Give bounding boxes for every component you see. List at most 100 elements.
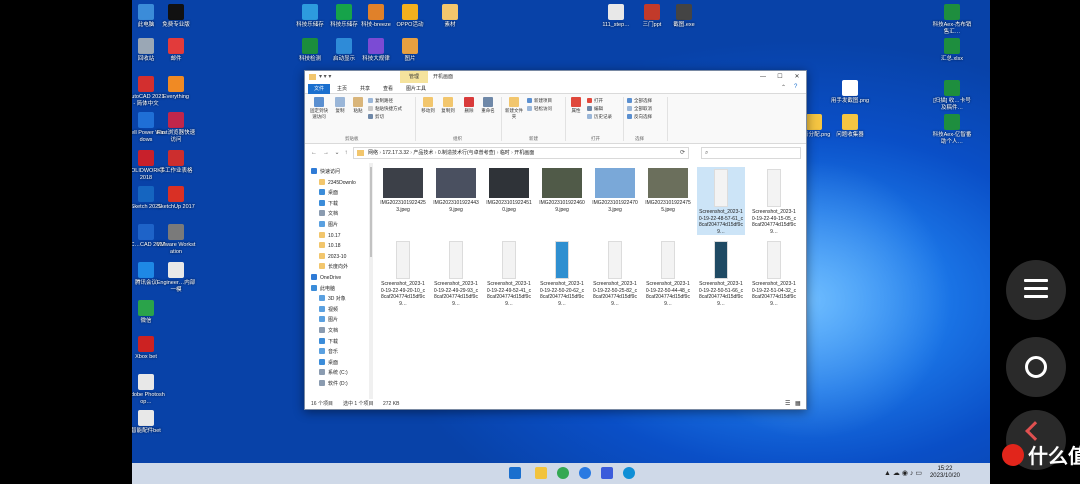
desktop-icon[interactable]: VMware Workstation bbox=[156, 224, 196, 255]
nav-item[interactable]: 文档 bbox=[319, 209, 338, 219]
tab-home[interactable]: 主页 bbox=[332, 84, 352, 94]
desktop-icon[interactable]: Xbox bet bbox=[132, 336, 166, 361]
nav-item[interactable]: 图片 bbox=[319, 315, 338, 325]
copy-path-button[interactable]: 复制路径 bbox=[368, 98, 393, 104]
nav-item[interactable]: 快速访问 bbox=[311, 167, 340, 177]
nav-item[interactable]: 下载 bbox=[319, 199, 338, 209]
paste-shortcut-button[interactable]: 粘贴快捷方式 bbox=[368, 106, 402, 112]
invert-selection-button[interactable]: 反向选择 bbox=[627, 114, 652, 120]
nav-item[interactable]: 下载 bbox=[319, 337, 338, 347]
easy-access-button[interactable]: 轻松访问 bbox=[527, 106, 552, 112]
desktop-icon[interactable]: 智能配件bet bbox=[132, 410, 166, 435]
phone-menu-button[interactable] bbox=[1006, 260, 1066, 320]
file-item[interactable]: Screenshot_2023-10-19-22-50-20-62_c8caf2… bbox=[538, 239, 586, 307]
nav-item[interactable]: 长度向外 bbox=[319, 262, 348, 272]
manage-tab[interactable]: 管理 bbox=[400, 71, 428, 83]
desktop-icon[interactable]: Fast浏览器快速访问 bbox=[156, 112, 196, 143]
refresh-icon[interactable]: ⟳ bbox=[680, 148, 685, 158]
breadcrumb-item[interactable]: 172.17.3.32 bbox=[382, 150, 408, 156]
nav-item[interactable]: 2023-10 bbox=[319, 252, 346, 262]
rename-button[interactable]: 重命名 bbox=[479, 97, 497, 114]
tab-share[interactable]: 共享 bbox=[355, 84, 375, 94]
back-arrow-icon[interactable]: ← bbox=[309, 148, 319, 158]
ribbon-collapse-icon[interactable]: ⌃ bbox=[781, 84, 786, 91]
file-item[interactable]: Screenshot_2023-10-19-22-49-15-05_c8caf2… bbox=[750, 167, 798, 235]
tab-picture-tools[interactable]: 图片工具 bbox=[402, 84, 430, 94]
nav-item[interactable]: 桌面 bbox=[319, 188, 338, 198]
desktop-icon[interactable]: Everything bbox=[156, 76, 196, 101]
file-item[interactable]: Screenshot_2023-10-19-22-49-52-41_c8caf2… bbox=[485, 239, 533, 307]
breadcrumb-item[interactable]: 0.制造技术行(与卓普考查) bbox=[438, 150, 496, 156]
nav-item[interactable]: 软件 (D:) bbox=[319, 379, 348, 389]
breadcrumb-item[interactable]: 产品技术 bbox=[413, 150, 433, 156]
copy-button[interactable]: 复制 bbox=[332, 97, 348, 114]
move-to-button[interactable]: 移动到 bbox=[419, 97, 437, 114]
edit-button[interactable]: 编辑 bbox=[587, 106, 603, 112]
file-item[interactable]: Screenshot_2023-10-19-22-48-57-61_c8caf2… bbox=[697, 167, 745, 235]
select-none-button[interactable]: 全部取消 bbox=[627, 106, 652, 112]
desktop-icon[interactable]: 素材 bbox=[430, 4, 470, 29]
nav-item[interactable]: 系统 (C:) bbox=[319, 368, 348, 378]
nav-scroll-thumb[interactable] bbox=[370, 167, 372, 257]
desktop-icon[interactable]: 微信 bbox=[132, 300, 166, 325]
paste-button[interactable]: 粘贴 bbox=[350, 97, 366, 114]
desktop-icon[interactable]: 用手发截图.png bbox=[830, 80, 870, 105]
details-view-icon[interactable]: ☰ bbox=[785, 399, 790, 409]
help-icon[interactable]: ? bbox=[794, 84, 797, 90]
nav-item[interactable]: OneDrive bbox=[311, 273, 341, 283]
desktop-icon[interactable]: [扫描] 收…卡号及稿件… bbox=[932, 80, 972, 111]
file-item[interactable]: IMG20231019224253.jpeg bbox=[379, 167, 427, 213]
nav-item[interactable]: 3D 对象 bbox=[319, 294, 346, 304]
nav-item[interactable]: 文档 bbox=[319, 326, 338, 336]
desktop-icon[interactable]: 图片 bbox=[390, 38, 430, 63]
taskbar-chat-icon[interactable] bbox=[601, 467, 613, 479]
open-button[interactable]: 打开 bbox=[587, 98, 603, 104]
maximize-icon[interactable]: ☐ bbox=[773, 71, 787, 83]
desktop-icon[interactable]: 科技Aex-杰布销售汇… bbox=[932, 4, 972, 35]
nav-item[interactable]: 音乐 bbox=[319, 347, 338, 357]
nav-item[interactable]: 2345Downlo bbox=[319, 178, 356, 188]
desktop-icon[interactable]: 截图.exe bbox=[664, 4, 704, 29]
start-button[interactable] bbox=[509, 467, 521, 479]
taskbar-browser-icon[interactable] bbox=[623, 467, 635, 479]
tab-view[interactable]: 查看 bbox=[378, 84, 398, 94]
nav-item[interactable]: 图片 bbox=[319, 220, 338, 230]
desktop-icon[interactable]: 汇总.xlsx bbox=[932, 38, 972, 63]
delete-button[interactable]: 删除 bbox=[461, 97, 477, 114]
nav-item[interactable]: 10.17 bbox=[319, 231, 341, 241]
pin-quick-access-button[interactable]: 固定到快速访问 bbox=[308, 97, 330, 119]
desktop-icon[interactable]: 111_step… bbox=[596, 4, 636, 29]
quick-access-toolbar[interactable]: ▾ ▾ ▾ bbox=[319, 73, 331, 80]
close-icon[interactable]: ✕ bbox=[790, 71, 804, 83]
file-item[interactable]: IMG20231019224609.jpeg bbox=[538, 167, 586, 213]
forward-arrow-icon[interactable]: → bbox=[321, 148, 331, 158]
cut-button[interactable]: 剪切 bbox=[368, 114, 384, 120]
minimize-icon[interactable]: — bbox=[756, 71, 770, 83]
desktop-icon[interactable]: Adobe Photoshop… bbox=[132, 374, 166, 405]
breadcrumb-item[interactable]: 开机画面 bbox=[514, 150, 534, 156]
nav-item[interactable]: 此电脑 bbox=[311, 284, 335, 294]
address-bar[interactable]: 网络 › 172.17.3.32 › 产品技术 › 0.制造技术行(与卓普考查)… bbox=[353, 147, 689, 159]
breadcrumb-item[interactable]: 网络 bbox=[368, 150, 378, 156]
properties-button[interactable]: 属性 bbox=[568, 97, 584, 114]
select-all-button[interactable]: 全部选择 bbox=[627, 98, 652, 104]
nav-item[interactable]: 桌面 bbox=[319, 358, 338, 368]
file-item[interactable]: Screenshot_2023-10-19-22-49-29-93_c8caf2… bbox=[432, 239, 480, 307]
desktop-icon[interactable]: Engineer…内部一模 bbox=[156, 262, 196, 293]
breadcrumb-item[interactable]: 临时 bbox=[500, 150, 510, 156]
taskbar-clock[interactable]: 15:22 2023/10/20 bbox=[930, 466, 960, 480]
file-item[interactable]: IMG20231019224703.jpeg bbox=[591, 167, 639, 213]
copy-to-button[interactable]: 复制到 bbox=[439, 97, 457, 114]
new-folder-button[interactable]: 新建文件夹 bbox=[504, 97, 524, 119]
tab-file[interactable]: 文件 bbox=[308, 84, 330, 94]
desktop-icon[interactable]: 问题收集器 bbox=[830, 114, 870, 139]
search-input[interactable]: ⌕ bbox=[701, 147, 801, 159]
file-item[interactable]: Screenshot_2023-10-19-22-49-20-10_c8caf2… bbox=[379, 239, 427, 307]
new-item-button[interactable]: 新建项目 bbox=[527, 98, 552, 104]
tray-icons[interactable]: ▲ ☁ ◉ ♪ ▭ bbox=[884, 469, 922, 477]
file-item[interactable]: Screenshot_2023-10-19-22-50-25-82_c8caf2… bbox=[591, 239, 639, 307]
history-button[interactable]: 历史记录 bbox=[587, 114, 612, 120]
file-item[interactable]: IMG20231019224439.jpeg bbox=[432, 167, 480, 213]
file-item[interactable]: IMG20231019224755.jpeg bbox=[644, 167, 692, 213]
up-arrow-icon[interactable]: ↑ bbox=[341, 148, 351, 158]
